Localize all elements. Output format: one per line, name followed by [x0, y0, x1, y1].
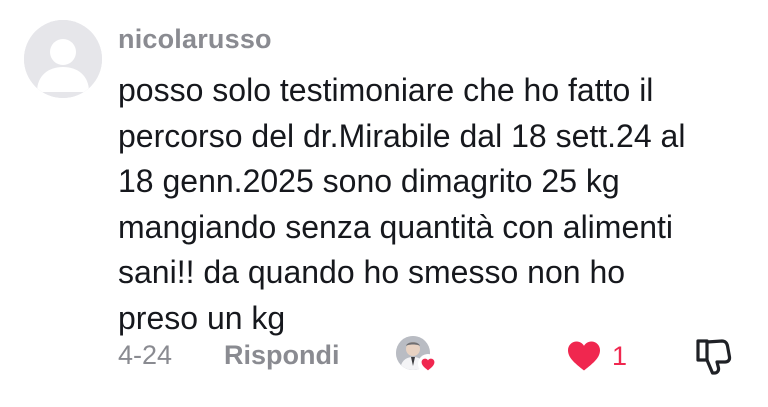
thumbs-down-outline-icon: [696, 339, 732, 375]
username[interactable]: nicolarusso: [118, 24, 272, 55]
comment-text: posso solo testimoniare che ho fatto il …: [118, 68, 738, 341]
comment-text-line: 18 genn.2025 sono dimagrito 25 kg: [118, 163, 620, 199]
user-avatar[interactable]: [24, 20, 102, 98]
comment-text-line: sani!! da quando ho smesso non ho: [118, 254, 626, 290]
comment-text-line: posso solo testimoniare che ho fatto il: [118, 72, 654, 108]
creator-heart-badge: [418, 354, 438, 374]
reply-button[interactable]: Rispondi: [224, 340, 340, 371]
dislike-button[interactable]: [692, 336, 734, 376]
comment-text-line: percorso del dr.Mirabile dal 18 sett.24 …: [118, 117, 686, 154]
comment-actions: 4-24 Rispondi 1: [118, 334, 758, 378]
like-button[interactable]: 1: [566, 336, 627, 376]
default-avatar-icon: [24, 20, 102, 98]
comment-item: nicolarusso posso solo testimoniare che …: [0, 0, 768, 407]
comment-text-line: mangiando senza quantità con alimenti: [118, 208, 674, 245]
heart-small-icon: [421, 358, 435, 370]
creator-liked-badge: [396, 336, 438, 376]
like-count: 1: [612, 340, 628, 371]
comment-date: 4-24: [118, 340, 173, 370]
heart-filled-icon: [568, 341, 600, 371]
